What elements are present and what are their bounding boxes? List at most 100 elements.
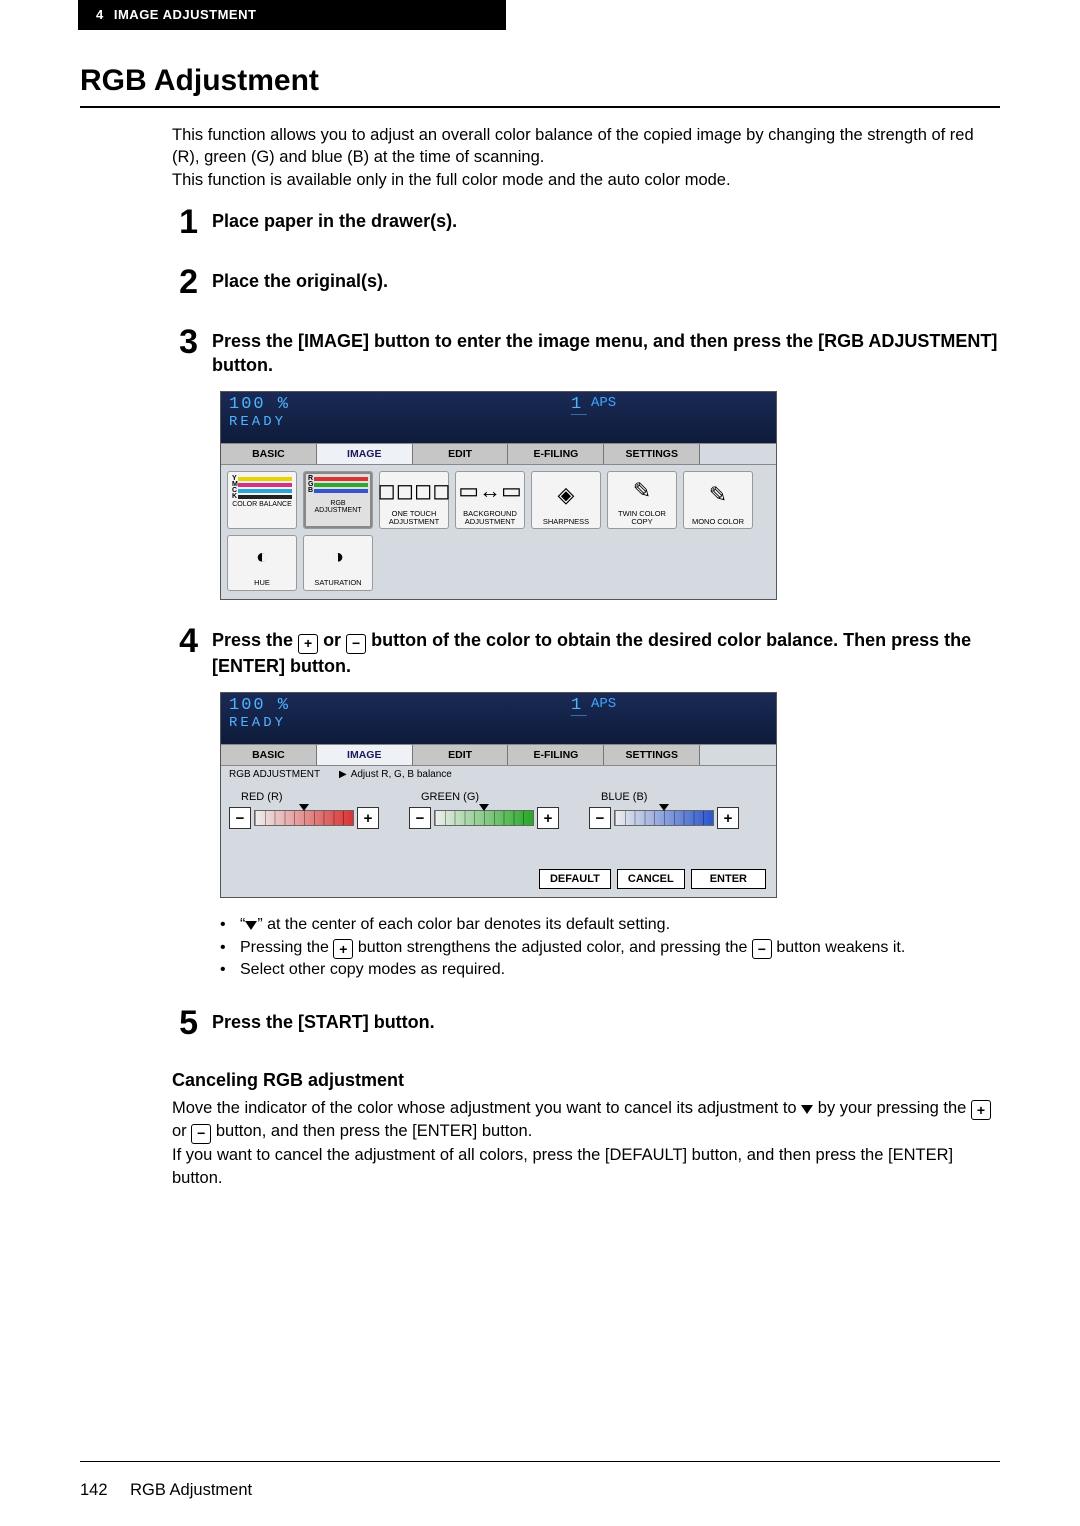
- enter-button[interactable]: ENTER: [691, 869, 766, 889]
- canceling-body: Move the indicator of the color whose ad…: [172, 1097, 1000, 1190]
- page-number: 142: [80, 1481, 108, 1499]
- lcd-status-bar-2: 100 % READY 1 APS: [221, 693, 776, 744]
- sharpness-icon: ◈: [558, 472, 575, 517]
- step-3-number: 3: [158, 325, 212, 378]
- saturation-icon: ◑: [332, 536, 344, 578]
- background-label: BACKGROUND ADJUSTMENT: [463, 510, 517, 526]
- down-triangle-icon-2: [801, 1105, 813, 1114]
- aps-indicator-2: APS: [591, 696, 616, 712]
- chapter-header: 4 IMAGE ADJUSTMENT: [78, 0, 506, 30]
- sharpness-label: SHARPNESS: [543, 518, 589, 526]
- tab-basic-2[interactable]: BASIC: [221, 745, 317, 765]
- minus-icon-3: −: [191, 1124, 211, 1144]
- ready-status: READY: [229, 414, 768, 430]
- plus-icon-3: +: [971, 1100, 991, 1120]
- twin-color-copy-button[interactable]: ✎ TWIN COLOR COPY: [607, 471, 677, 529]
- tab-basic[interactable]: BASIC: [221, 444, 317, 464]
- one-touch-adjustment-button[interactable]: ◻◻◻◻ ONE TOUCH ADJUSTMENT: [379, 471, 449, 529]
- cancel-p2: If you want to cancel the adjustment of …: [172, 1146, 953, 1187]
- cancel-p1b: by your pressing the: [818, 1099, 971, 1117]
- step-1-number: 1: [158, 205, 212, 239]
- blue-minus-button[interactable]: −: [589, 807, 611, 829]
- step-4-number: 4: [158, 624, 212, 678]
- green-minus-button[interactable]: −: [409, 807, 431, 829]
- title-rule: [80, 106, 1000, 108]
- tab-edit[interactable]: EDIT: [413, 444, 509, 464]
- step-2-number: 2: [158, 265, 212, 299]
- device-panel-rgb-adjust: 100 % READY 1 APS BASIC IMAGE EDIT E-FIL…: [220, 692, 777, 898]
- default-button[interactable]: DEFAULT: [539, 869, 611, 889]
- tab-edit-2[interactable]: EDIT: [413, 745, 509, 765]
- twin-color-icon: ✎: [633, 472, 651, 509]
- lcd-status-bar: 100 % READY 1 APS: [221, 392, 776, 443]
- minus-icon: −: [346, 634, 366, 654]
- step-1-text: Place paper in the drawer(s).: [212, 205, 1000, 239]
- red-minus-button[interactable]: −: [229, 807, 251, 829]
- tab-settings-2[interactable]: SETTINGS: [604, 745, 700, 765]
- tab-spacer: [700, 444, 776, 464]
- step-3-text: Press the [IMAGE] button to enter the im…: [212, 325, 1000, 378]
- breadcrumb-hint: Adjust R, G, B balance: [351, 769, 452, 780]
- green-plus-button[interactable]: +: [537, 807, 559, 829]
- one-touch-label: ONE TOUCH ADJUSTMENT: [389, 510, 439, 526]
- intro-text: This function allows you to adjust an ov…: [172, 124, 1000, 191]
- rgb-adjustment-button[interactable]: R G B RGB ADJUSTMENT: [303, 471, 373, 529]
- note-1b: ” at the center of each color bar denote…: [257, 916, 670, 933]
- mono-color-button[interactable]: ✎ MONO COLOR: [683, 471, 753, 529]
- blue-plus-button[interactable]: +: [717, 807, 739, 829]
- tab-efiling-2[interactable]: E-FILING: [508, 745, 604, 765]
- twin-color-label: TWIN COLOR COPY: [618, 510, 666, 526]
- note-3-text: Select other copy modes as required.: [240, 959, 505, 981]
- background-icon: ▭↔▭: [458, 472, 522, 509]
- cancel-button[interactable]: CANCEL: [617, 869, 685, 889]
- red-label: RED (R): [241, 791, 379, 803]
- intro-line-1: This function allows you to adjust an ov…: [172, 124, 1000, 169]
- copy-count-2: 1: [571, 696, 587, 716]
- zoom-percent-2: 100 %: [229, 696, 768, 715]
- footer: 142 RGB Adjustment: [80, 1481, 252, 1500]
- copy-count: 1: [571, 395, 587, 415]
- green-slider[interactable]: [434, 810, 534, 826]
- red-slider[interactable]: [254, 810, 354, 826]
- tab-settings[interactable]: SETTINGS: [604, 444, 700, 464]
- tab-efiling[interactable]: E-FILING: [508, 444, 604, 464]
- background-adjustment-button[interactable]: ▭↔▭ BACKGROUND ADJUSTMENT: [455, 471, 525, 529]
- step-3: 3 Press the [IMAGE] button to enter the …: [80, 325, 1000, 378]
- footer-title: RGB Adjustment: [130, 1481, 252, 1499]
- tab-bar-2: BASIC IMAGE EDIT E-FILING SETTINGS: [221, 744, 776, 766]
- note-3: • Select other copy modes as required.: [220, 959, 1000, 981]
- breadcrumb: RGB ADJUSTMENT: [229, 769, 339, 780]
- step-2-text: Place the original(s).: [212, 265, 1000, 299]
- green-label: GREEN (G): [421, 791, 559, 803]
- hue-label: HUE: [254, 578, 270, 587]
- red-plus-button[interactable]: +: [357, 807, 379, 829]
- saturation-button[interactable]: ◑ SATURATION: [303, 535, 373, 591]
- note-1: • “” at the center of each color bar den…: [220, 914, 1000, 936]
- hue-button[interactable]: ◐ HUE: [227, 535, 297, 591]
- step-5-text: Press the [START] button.: [212, 1006, 1000, 1040]
- step-1: 1 Place paper in the drawer(s).: [80, 205, 1000, 239]
- mono-color-label: MONO COLOR: [692, 518, 744, 526]
- blue-slider[interactable]: [614, 810, 714, 826]
- sharpness-button[interactable]: ◈ SHARPNESS: [531, 471, 601, 529]
- breadcrumb-arrow-icon: ▶: [339, 769, 347, 780]
- chapter-number: 4: [96, 7, 104, 22]
- cancel-p1c: or: [172, 1122, 191, 1140]
- red-channel: RED (R) − +: [229, 791, 379, 829]
- blue-channel: BLUE (B) − +: [589, 791, 739, 829]
- image-menu-row-2: ◐ HUE ◑ SATURATION: [221, 533, 776, 599]
- rgb-sliders-row: RED (R) − + GREEN (G) − +: [221, 783, 776, 869]
- tab-bar: BASIC IMAGE EDIT E-FILING SETTINGS: [221, 443, 776, 465]
- step-2: 2 Place the original(s).: [80, 265, 1000, 299]
- color-balance-button[interactable]: Y M C K COLOR BALANCE: [227, 471, 297, 529]
- step-4-text: Press the + or − button of the color to …: [212, 624, 1000, 678]
- minus-icon-2: −: [752, 939, 772, 959]
- tab-image[interactable]: IMAGE: [317, 444, 413, 464]
- zoom-percent: 100 %: [229, 395, 768, 414]
- ready-status-2: READY: [229, 715, 768, 731]
- tab-image-2[interactable]: IMAGE: [317, 745, 413, 765]
- hue-icon: ◐: [256, 536, 268, 578]
- aps-indicator: APS: [591, 395, 616, 411]
- breadcrumb-line: RGB ADJUSTMENT ▶ Adjust R, G, B balance: [221, 766, 776, 783]
- color-balance-label: COLOR BALANCE: [232, 501, 292, 508]
